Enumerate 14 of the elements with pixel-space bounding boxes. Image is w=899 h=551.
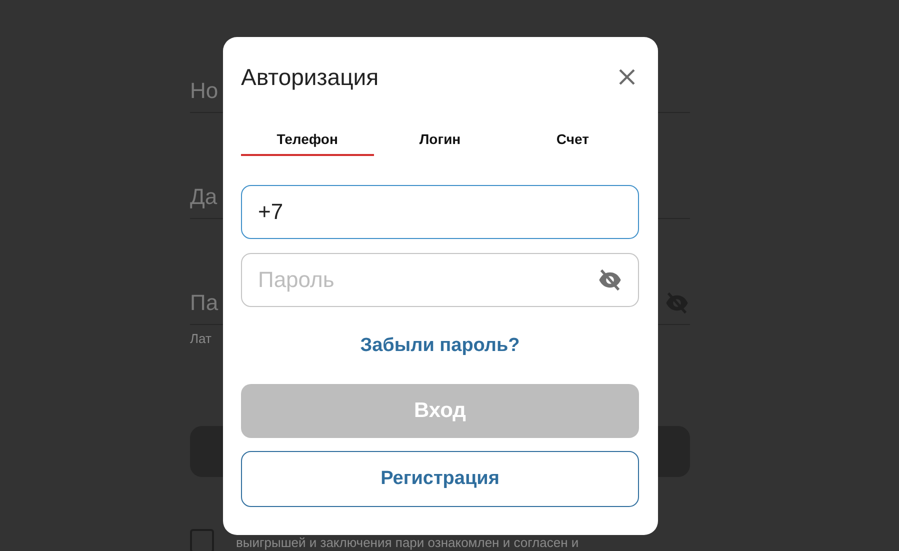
forgot-password-link[interactable]: Забыли пароль?: [360, 335, 520, 357]
terms-text: выигрышей и заключения пари ознакомлен и согласен и: [236, 535, 579, 550]
field-label: Да: [190, 184, 218, 210]
password-field[interactable]: Пароль: [241, 253, 639, 307]
tab[interactable]: Логин: [374, 125, 506, 156]
tab[interactable]: Телефон: [241, 125, 374, 156]
field-label: Но: [190, 78, 218, 104]
dialog-title: Авторизация: [241, 64, 379, 90]
field-label: Па: [190, 290, 218, 316]
tab[interactable]: Счет: [506, 125, 640, 156]
field-hint: Лат: [190, 331, 212, 346]
register-button[interactable]: Регистрация: [241, 451, 639, 507]
eye-slash-icon[interactable]: [597, 267, 623, 293]
phone-field[interactable]: +7: [241, 185, 639, 239]
